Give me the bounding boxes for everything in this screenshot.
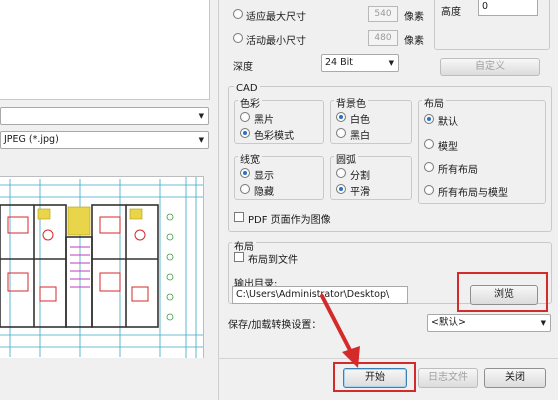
chevron-down-icon: ▼ xyxy=(198,136,204,144)
layout-to-file-checkbox[interactable] xyxy=(234,252,244,262)
background-option-1-label: 白色 xyxy=(350,115,370,126)
height-field[interactable]: 0 xyxy=(478,0,538,16)
browse-highlight-box xyxy=(457,272,548,312)
depth-select[interactable]: 24 Bit ▼ xyxy=(321,54,399,72)
arc-smooth-radio[interactable] xyxy=(336,184,346,194)
color-option-2-label: 色彩模式 xyxy=(254,131,294,142)
fit-width-field[interactable]: 540 xyxy=(368,6,398,22)
arc-title: 圆弧 xyxy=(334,151,358,166)
color-option-1-label: 黑片 xyxy=(254,115,274,126)
layout-all-radio[interactable] xyxy=(424,162,434,172)
fit-size-radio[interactable] xyxy=(233,9,243,19)
arc-split-label: 分割 xyxy=(350,171,370,182)
background-title: 背景色 xyxy=(334,95,368,110)
fit-size-label: 适应最大尺寸 xyxy=(246,12,306,23)
layout-model-radio[interactable] xyxy=(424,139,434,149)
window-size-radio[interactable] xyxy=(233,33,243,43)
close-button[interactable]: 关闭 xyxy=(484,368,546,388)
layout-all-label: 所有布局 xyxy=(438,165,478,176)
annotation-arrow xyxy=(320,294,360,368)
layout-model-label: 模型 xyxy=(438,142,458,153)
chevron-down-icon: ▼ xyxy=(198,112,204,120)
chevron-down-icon: ▼ xyxy=(388,59,394,67)
settings-label: 保存/加载转换设置： xyxy=(228,320,322,331)
pdf-as-image-checkbox[interactable] xyxy=(234,212,244,222)
depth-select-value: 24 Bit xyxy=(325,57,353,68)
layout-to-file-label: 布局到文件 xyxy=(248,255,298,266)
layout-options-title: 布局 xyxy=(422,95,446,110)
depth-label: 深度 xyxy=(233,62,253,73)
background-option-2-label: 黑白 xyxy=(350,131,370,142)
lineweight-title: 线宽 xyxy=(238,151,262,166)
lineweight-show-label: 显示 xyxy=(254,171,274,182)
custom-button[interactable]: 自定义 xyxy=(440,58,540,76)
color-title: 色彩 xyxy=(238,95,262,110)
lineweight-show-radio[interactable] xyxy=(240,168,250,178)
footer-divider xyxy=(218,358,558,359)
window-height-unit: 像素 xyxy=(404,36,424,47)
window-size-label: 活动最小尺寸 xyxy=(246,36,306,47)
fit-width-unit: 像素 xyxy=(404,12,424,23)
cad-title: CAD xyxy=(234,83,260,94)
format-select-value: JPEG (*.jpg) xyxy=(4,134,59,145)
layout-all-model-label: 所有布局与模型 xyxy=(438,188,508,199)
window-height-field[interactable]: 480 xyxy=(368,30,398,46)
layout-default-radio[interactable] xyxy=(424,114,434,124)
chevron-down-icon: ▼ xyxy=(540,319,546,327)
left-combo-empty[interactable]: ▼ xyxy=(0,107,209,125)
layout-default-label: 默认 xyxy=(438,117,458,128)
background-option-2-radio[interactable] xyxy=(336,128,346,138)
file-list-area[interactable] xyxy=(0,0,210,100)
floor-plan-preview xyxy=(0,177,203,358)
layout-all-model-radio[interactable] xyxy=(424,185,434,195)
format-select[interactable]: JPEG (*.jpg) ▼ xyxy=(0,131,209,149)
arc-split-radio[interactable] xyxy=(336,168,346,178)
pdf-as-image-label: PDF 页面作为图像 xyxy=(248,215,331,226)
lineweight-hide-label: 隐藏 xyxy=(254,187,274,198)
color-option-1-radio[interactable] xyxy=(240,112,250,122)
settings-select[interactable]: <默认> ▼ xyxy=(427,314,551,332)
background-option-1-radio[interactable] xyxy=(336,112,346,122)
start-highlight-box xyxy=(333,362,416,392)
settings-select-value: <默认> xyxy=(431,317,466,328)
log-file-button[interactable]: 日志文件 xyxy=(418,368,478,388)
left-pane-bottom xyxy=(0,358,210,400)
height-label: 高度 xyxy=(441,7,461,18)
color-option-2-radio[interactable] xyxy=(240,128,250,138)
image-preview xyxy=(0,176,204,358)
lineweight-hide-radio[interactable] xyxy=(240,184,250,194)
arc-smooth-label: 平滑 xyxy=(350,187,370,198)
